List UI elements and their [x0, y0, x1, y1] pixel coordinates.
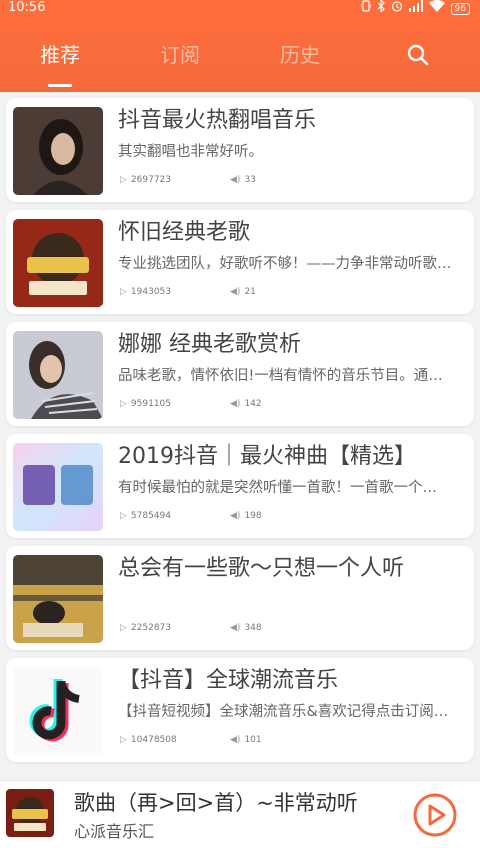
track-count-value: 33 — [244, 175, 256, 185]
track-count: ◀) 21 — [230, 286, 256, 298]
play-count-value: 2697723 — [130, 175, 172, 185]
track-count-value: 101 — [244, 735, 262, 745]
playlist-cover — [13, 107, 103, 195]
mini-player[interactable]: 歌曲（再>回>首）~非常动听 心派音乐汇 — [0, 780, 480, 848]
play-count-value: 5785494 — [130, 511, 172, 521]
track-count-value: 21 — [244, 287, 256, 297]
track-count-value: 142 — [244, 399, 262, 409]
status-bar: 10:56 96 — [0, 0, 480, 16]
battery-icon: 96 — [450, 2, 470, 15]
bluetooth-icon — [377, 0, 385, 17]
playlist-title: 娜娜 经典老歌赏析 — [118, 332, 301, 357]
tiktok-logo — [13, 667, 103, 755]
speaker-icon: ◀) — [230, 287, 241, 297]
playlist-card[interactable]: 抖音最火热翻唱音乐 其实翻唱也非常好听。 ▷ 2697723 ◀) 33 — [6, 98, 474, 202]
track-count: ◀) 101 — [230, 734, 262, 746]
playlist-desc: 品味老歌，情怀依旧!一档有情怀的音乐节目。通… — [118, 368, 443, 384]
tab-label: 历史 — [280, 43, 320, 67]
now-playing-title: 歌曲（再>回>首）~非常动听 — [74, 791, 358, 815]
active-tab-indicator — [48, 84, 72, 87]
speaker-icon: ◀) — [230, 623, 241, 633]
playlist-cover — [13, 443, 103, 531]
tab-label: 推荐 — [40, 43, 80, 67]
playlist-card[interactable]: 【抖音】全球潮流音乐 【抖音短视频】全球潮流音乐&喜欢记得点击订阅… ▷ 1047… — [6, 658, 474, 762]
playlist-desc: 其实翻唱也非常好听。 — [118, 144, 263, 160]
play-count: ▷ 9591105 — [120, 398, 171, 410]
play-count: ▷ 1943053 — [120, 286, 171, 298]
play-count: ▷ 2252873 — [120, 622, 171, 634]
play-icon[interactable] — [412, 792, 458, 838]
now-playing-artist: 心派音乐汇 — [74, 822, 155, 841]
playlist-card[interactable]: 娜娜 经典老歌赏析 品味老歌，情怀依旧!一档有情怀的音乐节目。通… ▷ 95911… — [6, 322, 474, 426]
speaker-icon: ◀) — [230, 175, 241, 185]
play-count-icon: ▷ — [120, 623, 127, 633]
track-count: ◀) 33 — [230, 174, 256, 186]
wifi-icon — [428, 0, 445, 17]
play-count-value: 10478508 — [130, 735, 177, 745]
playlist-desc: 【抖音短视频】全球潮流音乐&喜欢记得点击订阅… — [118, 704, 449, 720]
playlist-card[interactable]: 2019抖音｜最火神曲【精选】 有时候最怕的就是突然听懂一首歌！一首歌一个… ▷… — [6, 434, 474, 538]
play-count-icon: ▷ — [120, 175, 127, 185]
track-count: ◀) 198 — [230, 510, 262, 522]
vibrate-icon — [360, 0, 372, 17]
signal-icon — [408, 0, 423, 17]
play-count-icon: ▷ — [120, 287, 127, 297]
play-count-value: 9591105 — [130, 399, 172, 409]
track-count-value: 198 — [244, 511, 262, 521]
speaker-icon: ◀) — [230, 511, 241, 521]
play-count-icon: ▷ — [120, 399, 127, 409]
playlist-cover — [13, 331, 103, 419]
alarm-icon — [391, 0, 403, 17]
now-playing-cover — [6, 789, 54, 837]
playlist-cover — [13, 555, 103, 643]
playlist-title: 总会有一些歌～只想一个人听 — [118, 556, 405, 581]
tab-subscribe[interactable]: 订阅 — [150, 40, 210, 80]
header-bar: 10:56 96 推荐 订阅 历史 — [0, 0, 480, 92]
tab-history[interactable]: 历史 — [270, 40, 330, 80]
play-count: ▷ 5785494 — [120, 510, 171, 522]
play-count: ▷ 2697723 — [120, 174, 171, 186]
play-count-icon: ▷ — [120, 735, 127, 745]
play-count: ▷ 10478508 — [120, 734, 177, 746]
speaker-icon: ◀) — [230, 399, 241, 409]
play-count-icon: ▷ — [120, 511, 127, 521]
search-icon[interactable] — [406, 43, 430, 67]
tab-label: 订阅 — [160, 43, 200, 67]
track-count-value: 348 — [244, 623, 262, 633]
tab-recommend[interactable]: 推荐 — [30, 40, 90, 87]
playlist-card[interactable]: 总会有一些歌～只想一个人听 ▷ 2252873 ◀) 348 — [6, 546, 474, 650]
status-time: 10:56 — [8, 0, 46, 15]
playlist-cover — [13, 219, 103, 307]
speaker-icon: ◀) — [230, 735, 241, 745]
playlist-title: 2019抖音｜最火神曲【精选】 — [118, 444, 416, 469]
playlist-title: 抖音最火热翻唱音乐 — [118, 108, 317, 133]
playlist-card[interactable]: 怀旧经典老歌 专业挑选团队，好歌听不够！——力争非常动听歌… ▷ 1943053 … — [6, 210, 474, 314]
play-count-value: 2252873 — [130, 623, 172, 633]
track-count: ◀) 142 — [230, 398, 262, 410]
playlist-desc: 专业挑选团队，好歌听不够！——力争非常动听歌… — [118, 256, 452, 272]
track-count: ◀) 348 — [230, 622, 262, 634]
playlist-title: 【抖音】全球潮流音乐 — [118, 668, 339, 693]
playlist-title: 怀旧经典老歌 — [118, 220, 251, 245]
playlist-desc: 有时候最怕的就是突然听懂一首歌！一首歌一个… — [118, 480, 437, 496]
play-count-value: 1943053 — [130, 287, 172, 297]
